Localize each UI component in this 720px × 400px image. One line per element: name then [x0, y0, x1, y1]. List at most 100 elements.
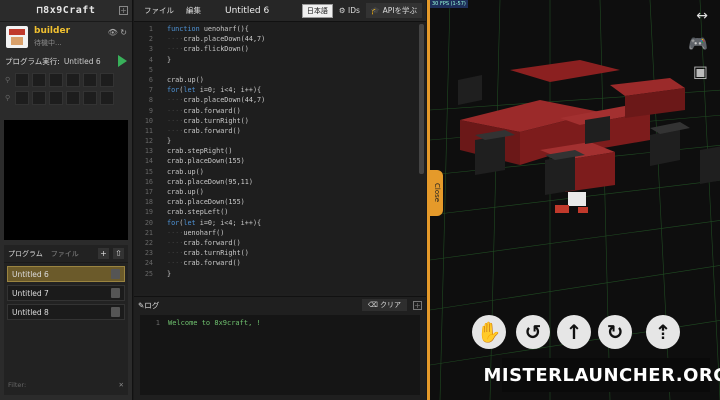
- clear-filter-icon[interactable]: ✕: [119, 381, 124, 389]
- code-line[interactable]: crab.stepRight(): [167, 146, 416, 156]
- code-line[interactable]: function uenoharf(){: [167, 24, 416, 34]
- code-line[interactable]: crab.placeDown(155): [167, 156, 416, 166]
- line-number: 25: [144, 269, 153, 278]
- code-line[interactable]: ····crab.forward(): [167, 258, 416, 268]
- trash-icon[interactable]: [111, 307, 120, 317]
- gamepad-icon[interactable]: 🎮: [688, 34, 708, 53]
- code-line[interactable]: crab.stepLeft(): [167, 207, 416, 217]
- code-line[interactable]: crab.up(): [167, 167, 416, 177]
- up-button[interactable]: ⇡: [646, 315, 680, 349]
- inventory-slot[interactable]: [66, 91, 80, 105]
- language-select[interactable]: 日本語: [301, 3, 333, 18]
- inventory-slot[interactable]: [32, 73, 46, 87]
- ids-icon: ⚙: [338, 6, 348, 15]
- code-line[interactable]: crab.up(): [167, 75, 416, 85]
- inventory-slot[interactable]: [100, 91, 114, 105]
- code-line[interactable]: }: [167, 55, 416, 65]
- code-line[interactable]: crab.up(): [167, 187, 416, 197]
- ids-button[interactable]: ⚙ IDs: [339, 6, 360, 15]
- line-number: 3: [148, 45, 153, 54]
- menu-edit[interactable]: 編集: [180, 3, 207, 18]
- learn-api-button[interactable]: 🎓 APIを学ぶ: [365, 3, 422, 18]
- inventory-slot[interactable]: [83, 91, 97, 105]
- refresh-icon[interactable]: ↻: [120, 28, 127, 37]
- code-line[interactable]: ····crab.placeDown(44,7): [167, 95, 416, 105]
- inventory: ⚲ ⚲: [0, 70, 132, 112]
- program-item[interactable]: Untitled 6: [7, 266, 125, 282]
- line-number-gutter: 1 2 3 4 5 6 7 8 9 10 11 12 13 14 15 16 17 18 19 20 21 22 23 24 2…: [134, 24, 156, 279]
- code-line[interactable]: ····crab.placeDown(44,7): [167, 34, 416, 44]
- line-number: 19: [144, 208, 153, 217]
- filter-input[interactable]: Filter: ✕: [8, 380, 124, 390]
- code-line[interactable]: ····crab.forward(): [167, 126, 416, 136]
- inventory-slot[interactable]: [66, 73, 80, 87]
- code-line[interactable]: [167, 65, 416, 75]
- inventory-slot[interactable]: [49, 73, 63, 87]
- code-line[interactable]: ····crab.forward(): [167, 106, 416, 116]
- line-number: 17: [144, 188, 153, 196]
- resize-horizontal-icon[interactable]: ↔: [696, 8, 708, 24]
- inventory-slot[interactable]: [83, 73, 97, 87]
- world-view[interactable]: 30 FPS (1-57) Close ↔ 🎮 ▣ ✋ ↺ ↑ ↻ ⇡: [427, 0, 720, 400]
- code-text[interactable]: function uenoharf(){····crab.placeDown(4…: [167, 24, 416, 279]
- trash-icon[interactable]: [111, 269, 120, 279]
- code-line[interactable]: ····crab.flickDown(): [167, 44, 416, 54]
- upload-icon[interactable]: ⇧: [113, 248, 124, 259]
- code-area[interactable]: 1 2 3 4 5 6 7 8 9 10 11 12 13 14 15 16 17 18 19 20 21 22 23 24 2…: [134, 22, 426, 294]
- app-root: ⊓8x9Craft + builder 待機中... 👁 ↻ プログラム実行: …: [0, 0, 720, 400]
- add-icon[interactable]: +: [119, 6, 128, 15]
- line-number: 1: [148, 25, 153, 33]
- builder-card[interactable]: builder 待機中... 👁 ↻: [0, 22, 132, 52]
- fps-counter: 30 FPS (1-57): [430, 0, 468, 8]
- line-number: 21: [144, 228, 153, 237]
- play-icon[interactable]: [118, 55, 127, 67]
- line-number: 16: [144, 177, 153, 186]
- app-logo: ⊓8x9Craft: [36, 5, 96, 16]
- builder-avatar: [6, 26, 28, 48]
- program-item[interactable]: Untitled 7: [7, 285, 125, 301]
- inventory-slot[interactable]: [15, 73, 29, 87]
- editor-scrollbar[interactable]: [419, 24, 424, 174]
- graduation-icon: 🎓: [370, 6, 383, 15]
- line-number: 9: [148, 106, 153, 115]
- code-line[interactable]: ····crab.turnRight(): [167, 248, 416, 258]
- code-line[interactable]: crab.placeDown(95,11): [167, 177, 416, 187]
- clear-log-button[interactable]: ⌫ クリア: [361, 299, 407, 311]
- program-item-label: Untitled 7: [12, 288, 49, 298]
- code-line[interactable]: ····uenoharf(): [167, 228, 416, 238]
- code-line[interactable]: for(let i=0; i<4; i++){: [167, 218, 416, 228]
- code-line[interactable]: for(let i=0; i<4; i++){: [167, 85, 416, 95]
- line-number: 8: [148, 96, 153, 105]
- tab-program[interactable]: プログラム: [8, 249, 43, 259]
- inventory-slot[interactable]: [32, 91, 46, 105]
- program-item-label: Untitled 8: [12, 307, 49, 317]
- line-number: 20: [144, 218, 153, 227]
- inventory-slot[interactable]: [15, 91, 29, 105]
- code-line[interactable]: }: [167, 136, 416, 146]
- rotate-left-button[interactable]: ↺: [516, 315, 550, 349]
- box-icon[interactable]: ▣: [693, 62, 708, 81]
- inventory-slot[interactable]: [100, 73, 114, 87]
- code-line[interactable]: crab.placeDown(155): [167, 197, 416, 207]
- menu-file[interactable]: ファイル: [138, 3, 180, 18]
- line-number: 11: [144, 126, 153, 135]
- expand-log-icon[interactable]: +: [413, 300, 422, 310]
- inventory-slot[interactable]: [49, 91, 63, 105]
- line-number: 13: [144, 147, 153, 156]
- program-item[interactable]: Untitled 8: [7, 304, 125, 320]
- grab-button[interactable]: ✋: [472, 315, 506, 349]
- line-number: 6: [148, 75, 153, 84]
- tab-file[interactable]: ファイル: [51, 249, 79, 259]
- code-line[interactable]: ····crab.forward(): [167, 238, 416, 248]
- line-number: 14: [144, 157, 153, 166]
- close-view-tab[interactable]: Close: [430, 170, 443, 216]
- rotate-right-button[interactable]: ↻: [598, 315, 632, 349]
- program-list-panel: プログラム ファイル + ⇧ Untitled 6 Untitled 7 Unt…: [4, 245, 128, 395]
- trash-icon[interactable]: [111, 288, 120, 298]
- builder-name: builder: [34, 26, 71, 36]
- forward-button[interactable]: ↑: [557, 315, 591, 349]
- add-program-button[interactable]: +: [98, 248, 109, 259]
- eye-icon[interactable]: 👁: [108, 28, 118, 37]
- code-line[interactable]: ····crab.turnRight(): [167, 116, 416, 126]
- code-line[interactable]: }: [167, 269, 416, 279]
